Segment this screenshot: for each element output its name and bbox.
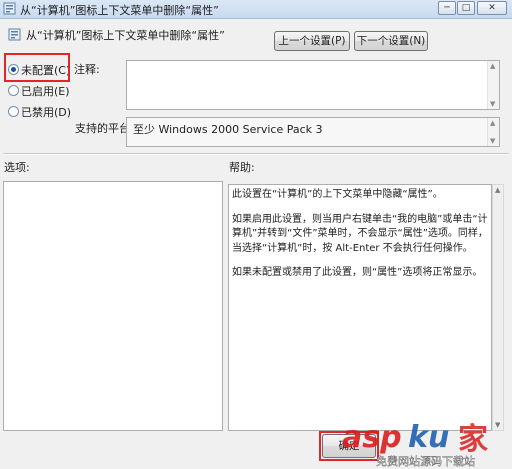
- options-label: 选项:: [4, 161, 30, 174]
- radio-label: 已启用(E): [21, 85, 70, 98]
- scroll-up-icon[interactable]: ▲: [495, 186, 500, 194]
- divider: [3, 153, 509, 155]
- policy-setting-icon: [8, 28, 21, 41]
- options-pane: [3, 181, 223, 431]
- help-paragraph: 此设置在“计算机”的上下文菜单中隐藏“属性”。: [232, 189, 443, 200]
- highlight-frame: [4, 53, 70, 82]
- scroll-down-icon[interactable]: ▼: [490, 137, 495, 145]
- scroll-down-icon[interactable]: ▼: [490, 100, 495, 108]
- radio-indicator: [8, 106, 19, 117]
- help-scrollbar[interactable]: ▲ ▼: [492, 184, 504, 431]
- window-title: 从“计算机”图标上下文菜单中删除“属性”: [20, 4, 219, 17]
- scroll-up-icon[interactable]: ▲: [490, 62, 495, 70]
- maximize-button[interactable]: □: [457, 1, 475, 15]
- radio-disabled[interactable]: 已禁用(D): [8, 104, 74, 119]
- comment-label: 注释:: [74, 63, 100, 76]
- next-setting-button[interactable]: 下一个设置(N): [354, 31, 428, 51]
- setting-title: 从“计算机”图标上下文菜单中删除“属性”: [26, 29, 225, 42]
- supported-platform-label: 支持的平台:: [75, 122, 134, 135]
- platform-scrollbar[interactable]: ▲ ▼: [487, 118, 499, 146]
- comment-textarea[interactable]: ▲ ▼: [126, 60, 500, 110]
- scroll-up-icon[interactable]: ▲: [490, 119, 495, 127]
- radio-indicator: [8, 85, 19, 96]
- help-paragraph: 如果启用此设置，则当用户右键单击“我的电脑”或单击“计算机”并转到“文件”菜单时…: [232, 213, 488, 254]
- close-button[interactable]: ✕: [477, 1, 507, 15]
- minimize-button[interactable]: ─: [438, 1, 456, 15]
- help-text: 此设置在“计算机”的上下文菜单中隐藏“属性”。 如果启用此设置，则当用户右键单击…: [232, 188, 490, 291]
- policy-setting-icon: [3, 2, 16, 15]
- help-label: 帮助:: [229, 161, 255, 174]
- help-paragraph: 如果未配置或禁用了此设置，则“属性”选项将正常显示。: [232, 267, 483, 278]
- radio-label: 已禁用(D): [21, 106, 72, 119]
- radio-enabled[interactable]: 已启用(E): [8, 83, 74, 98]
- comment-scrollbar[interactable]: ▲ ▼: [487, 61, 499, 109]
- highlight-frame: [319, 431, 379, 461]
- scroll-down-icon[interactable]: ▼: [495, 421, 500, 429]
- watermark-subtitle: 免费网站源码下载站: [376, 454, 475, 468]
- previous-setting-button[interactable]: 上一个设置(P): [274, 31, 350, 51]
- supported-platform-value: 至少 Windows 2000 Service Pack 3: [133, 123, 323, 136]
